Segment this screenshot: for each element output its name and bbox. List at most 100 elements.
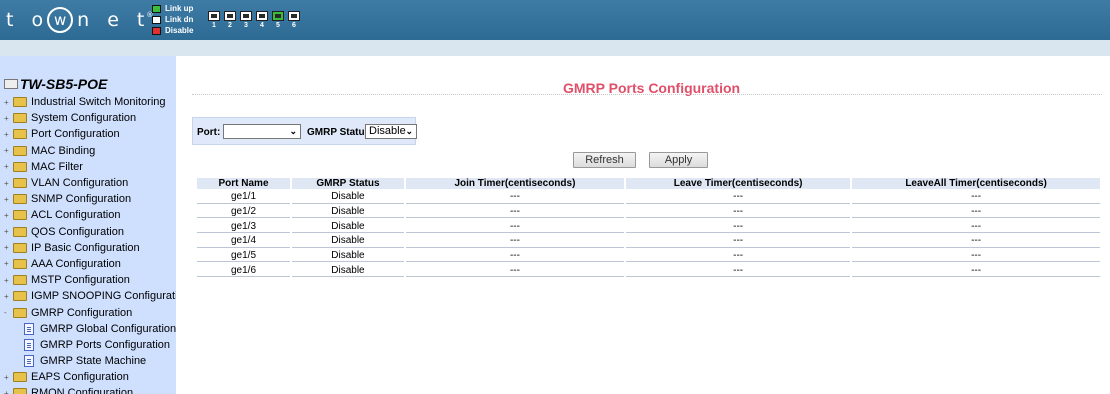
port-2[interactable]: 2 (223, 11, 237, 30)
expand-toggle-icon[interactable]: + (4, 114, 13, 123)
sidebar-item[interactable]: + Port Configuration (0, 126, 176, 142)
port-6[interactable]: 6 (287, 11, 301, 30)
expand-toggle-icon[interactable]: + (4, 130, 13, 139)
table-row: ge1/2 Disable --- --- --- (197, 206, 1100, 219)
sidebar-item[interactable]: + Industrial Switch Monitoring (0, 94, 176, 110)
ethernet-port-icon (256, 11, 268, 21)
expand-toggle-icon[interactable]: + (4, 389, 13, 394)
sidebar-item[interactable]: + RMON Configuration (0, 385, 176, 394)
sidebar-item[interactable]: - GMRP Configuration (0, 304, 176, 320)
gmrp-status-label: GMRP Status: (307, 127, 374, 138)
sidebar-item-label: VLAN Configuration (31, 177, 129, 190)
legend-label: Link up (165, 4, 194, 13)
filter-bar: Port: ⌄ GMRP Status: Disable ⌄ (192, 117, 417, 145)
sidebar-item[interactable]: + MAC Binding (0, 143, 176, 159)
table-cell: --- (405, 206, 625, 219)
table-cell: --- (626, 264, 851, 278)
table-cell: --- (852, 206, 1100, 219)
port-number: 4 (260, 22, 264, 29)
sidebar-item-label: Port Configuration (31, 128, 120, 141)
folder-icon (13, 145, 27, 156)
sidebar-item[interactable]: + MAC Filter (0, 159, 176, 175)
expand-toggle-icon[interactable]: + (4, 98, 13, 107)
table-cell: --- (405, 220, 625, 234)
sidebar-item[interactable]: + QOS Configuration (0, 224, 176, 240)
table-row: ge1/4 Disable --- --- --- (197, 235, 1100, 248)
top-banner: t o w n e t ® Link up Link dn Disable 1 … (0, 0, 1110, 40)
port-5[interactable]: 5 (271, 11, 285, 30)
sidebar-item[interactable]: + VLAN Configuration (0, 175, 176, 191)
logo-text-left: t o (6, 9, 50, 31)
expand-toggle-icon[interactable]: + (4, 243, 13, 252)
sidebar-item[interactable]: GMRP Global Configuration (0, 321, 176, 337)
table-cell: Disable (292, 235, 404, 248)
gmrp-status-select[interactable]: Disable ⌄ (365, 124, 417, 139)
port-4[interactable]: 4 (255, 11, 269, 30)
ethernet-port-icon (224, 11, 236, 21)
sidebar-item[interactable]: + ACL Configuration (0, 207, 176, 223)
table-cell: Disable (292, 264, 404, 278)
expand-toggle-icon[interactable]: + (4, 292, 13, 301)
sidebar-item-label: EAPS Configuration (31, 371, 129, 384)
sidebar-item[interactable]: + SNMP Configuration (0, 191, 176, 207)
gmrp-status-value: Disable (369, 125, 406, 137)
header-sub-bar (0, 40, 1110, 56)
sidebar-item-label: RMON Configuration (31, 387, 134, 394)
table-cell: --- (852, 250, 1100, 263)
table-cell: --- (852, 264, 1100, 278)
table-cell: --- (405, 191, 625, 204)
table-cell: --- (626, 206, 851, 219)
expand-toggle-icon[interactable]: + (4, 211, 13, 220)
sidebar-item-label: GMRP State Machine (40, 355, 147, 368)
table-cell: ge1/2 (197, 206, 291, 219)
expand-toggle-icon[interactable]: + (4, 373, 13, 382)
expand-toggle-icon[interactable]: + (4, 195, 13, 204)
page-icon (24, 322, 34, 335)
page-icon (24, 338, 34, 351)
col-gmrp-status: GMRP Status (292, 178, 404, 189)
device-root-node[interactable]: TW-SB5-POE (4, 76, 107, 92)
table-cell: Disable (292, 206, 404, 219)
table-cell: --- (405, 235, 625, 248)
expand-toggle-icon[interactable]: + (4, 227, 13, 236)
ethernet-port-icon (288, 11, 300, 21)
sidebar-item[interactable]: + IGMP SNOOPING Configuration (0, 288, 176, 304)
ethernet-port-icon (240, 11, 252, 21)
table-cell: --- (405, 264, 625, 278)
nav-sidebar: TW-SB5-POE + Industrial Switch Monitoring… (0, 56, 176, 394)
expand-toggle-icon[interactable]: + (4, 259, 13, 268)
sidebar-item[interactable]: GMRP State Machine (0, 353, 176, 369)
nav-tree: + Industrial Switch Monitoring + System Con… (0, 94, 176, 394)
folder-icon (13, 372, 27, 383)
port-1[interactable]: 1 (207, 11, 221, 30)
sidebar-item[interactable]: GMRP Ports Configuration (0, 337, 176, 353)
sidebar-item-label: Industrial Switch Monitoring (31, 96, 166, 109)
sidebar-item[interactable]: + AAA Configuration (0, 256, 176, 272)
title-divider (192, 94, 1102, 95)
sidebar-item-label: GMRP Global Configuration (40, 322, 176, 335)
port-down-icon (152, 15, 161, 24)
expand-toggle-icon[interactable]: + (4, 276, 13, 285)
sidebar-item-label: ACL Configuration (31, 209, 121, 222)
table-cell: ge1/3 (197, 220, 291, 234)
sidebar-item-label: GMRP Ports Configuration (40, 338, 171, 351)
port-number: 1 (212, 22, 216, 29)
expand-toggle-icon[interactable]: - (4, 308, 13, 317)
port-panel: 1 2 3 4 5 6 (207, 11, 303, 30)
folder-icon (13, 307, 27, 318)
port-select[interactable]: ⌄ (223, 124, 301, 139)
apply-button[interactable]: Apply (649, 152, 708, 168)
legend-label: Link dn (165, 15, 194, 24)
sidebar-item[interactable]: + MSTP Configuration (0, 272, 176, 288)
expand-toggle-icon[interactable]: + (4, 146, 13, 155)
expand-toggle-icon[interactable]: + (4, 179, 13, 188)
folder-icon (13, 226, 27, 237)
sidebar-item[interactable]: + IP Basic Configuration (0, 240, 176, 256)
folder-icon (13, 388, 27, 394)
expand-toggle-icon[interactable]: + (4, 162, 13, 171)
port-3[interactable]: 3 (239, 11, 253, 30)
port-number: 6 (292, 22, 296, 29)
refresh-button[interactable]: Refresh (573, 152, 636, 168)
sidebar-item[interactable]: + System Configuration (0, 110, 176, 126)
sidebar-item[interactable]: + EAPS Configuration (0, 369, 176, 385)
